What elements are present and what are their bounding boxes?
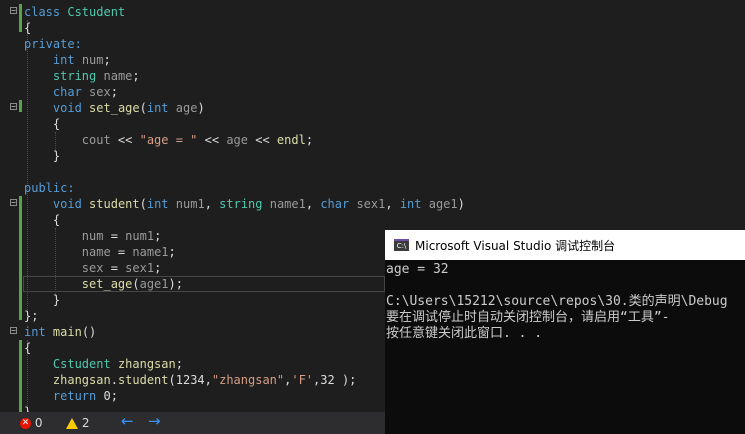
error-icon: ✕ (20, 418, 31, 429)
warning-count[interactable]: 2 (66, 415, 89, 431)
code-line[interactable]: { (24, 20, 31, 36)
status-bar: ✕ 0 2 ← → (0, 412, 385, 434)
code-line[interactable]: Cstudent zhangsan; (24, 356, 183, 372)
code-line[interactable]: int num; (24, 52, 111, 68)
change-bar (19, 4, 22, 32)
console-title: Microsoft Visual Studio 调试控制台 (415, 239, 616, 253)
arrow-left-icon[interactable]: ← (121, 413, 134, 429)
collapse-main-icon[interactable]: − (10, 327, 17, 335)
code-line[interactable]: } (24, 292, 60, 308)
code-line[interactable]: { (24, 340, 31, 356)
code-line[interactable]: private: (24, 36, 82, 52)
warning-icon (66, 418, 78, 429)
change-bar (19, 100, 22, 112)
code-line[interactable]: }; (24, 308, 38, 324)
error-count-label: 0 (34, 416, 43, 430)
warning-count-label: 2 (81, 416, 90, 430)
arrow-right-icon[interactable]: → (148, 413, 161, 429)
code-line[interactable]: set_age(age1); (24, 276, 183, 292)
console-line: 要在调试停止时自动关闭控制台，请启用“工具”- (386, 310, 670, 325)
code-line[interactable]: num = num1; (24, 228, 162, 244)
error-count[interactable]: ✕ 0 (20, 415, 42, 431)
collapse-class-icon[interactable]: − (10, 7, 17, 15)
console-line: age = 32 (386, 262, 449, 277)
change-bar (19, 340, 22, 412)
code-line[interactable]: cout << "age = " << age << endl; (24, 132, 313, 148)
collapse-set-age-icon[interactable]: − (10, 103, 17, 111)
console-title-bar[interactable]: C:\ Microsoft Visual Studio 调试控制台 (385, 230, 745, 260)
code-line[interactable]: zhangsan.student(1234,"zhangsan",'F',32 … (24, 372, 357, 388)
code-line[interactable]: return 0; (24, 388, 118, 404)
code-line[interactable]: } (24, 148, 60, 164)
console-line: C:\Users\15212\source\repos\30.类的声明\Debu… (386, 294, 728, 309)
console-line: 按任意键关闭此窗口. . . (386, 326, 543, 341)
code-line[interactable]: void student(int num1, string name1, cha… (24, 196, 465, 212)
code-line[interactable]: name = name1; (24, 244, 176, 260)
console-app-icon: C:\ (394, 239, 409, 251)
code-line[interactable]: int main() (24, 324, 96, 340)
code-line[interactable]: char sex; (24, 84, 118, 100)
code-line[interactable]: public: (24, 180, 75, 196)
code-line[interactable]: string name; (24, 68, 140, 84)
change-bar (19, 196, 22, 320)
code-line[interactable]: { (24, 116, 60, 132)
code-line[interactable]: { (24, 212, 60, 228)
debug-console-window[interactable]: C:\ Microsoft Visual Studio 调试控制台 age = … (385, 230, 745, 434)
collapse-student-icon[interactable]: − (10, 199, 17, 207)
code-line[interactable]: class Cstudent (24, 4, 125, 20)
code-line[interactable]: void set_age(int age) (24, 100, 205, 116)
code-line[interactable]: sex = sex1; (24, 260, 162, 276)
